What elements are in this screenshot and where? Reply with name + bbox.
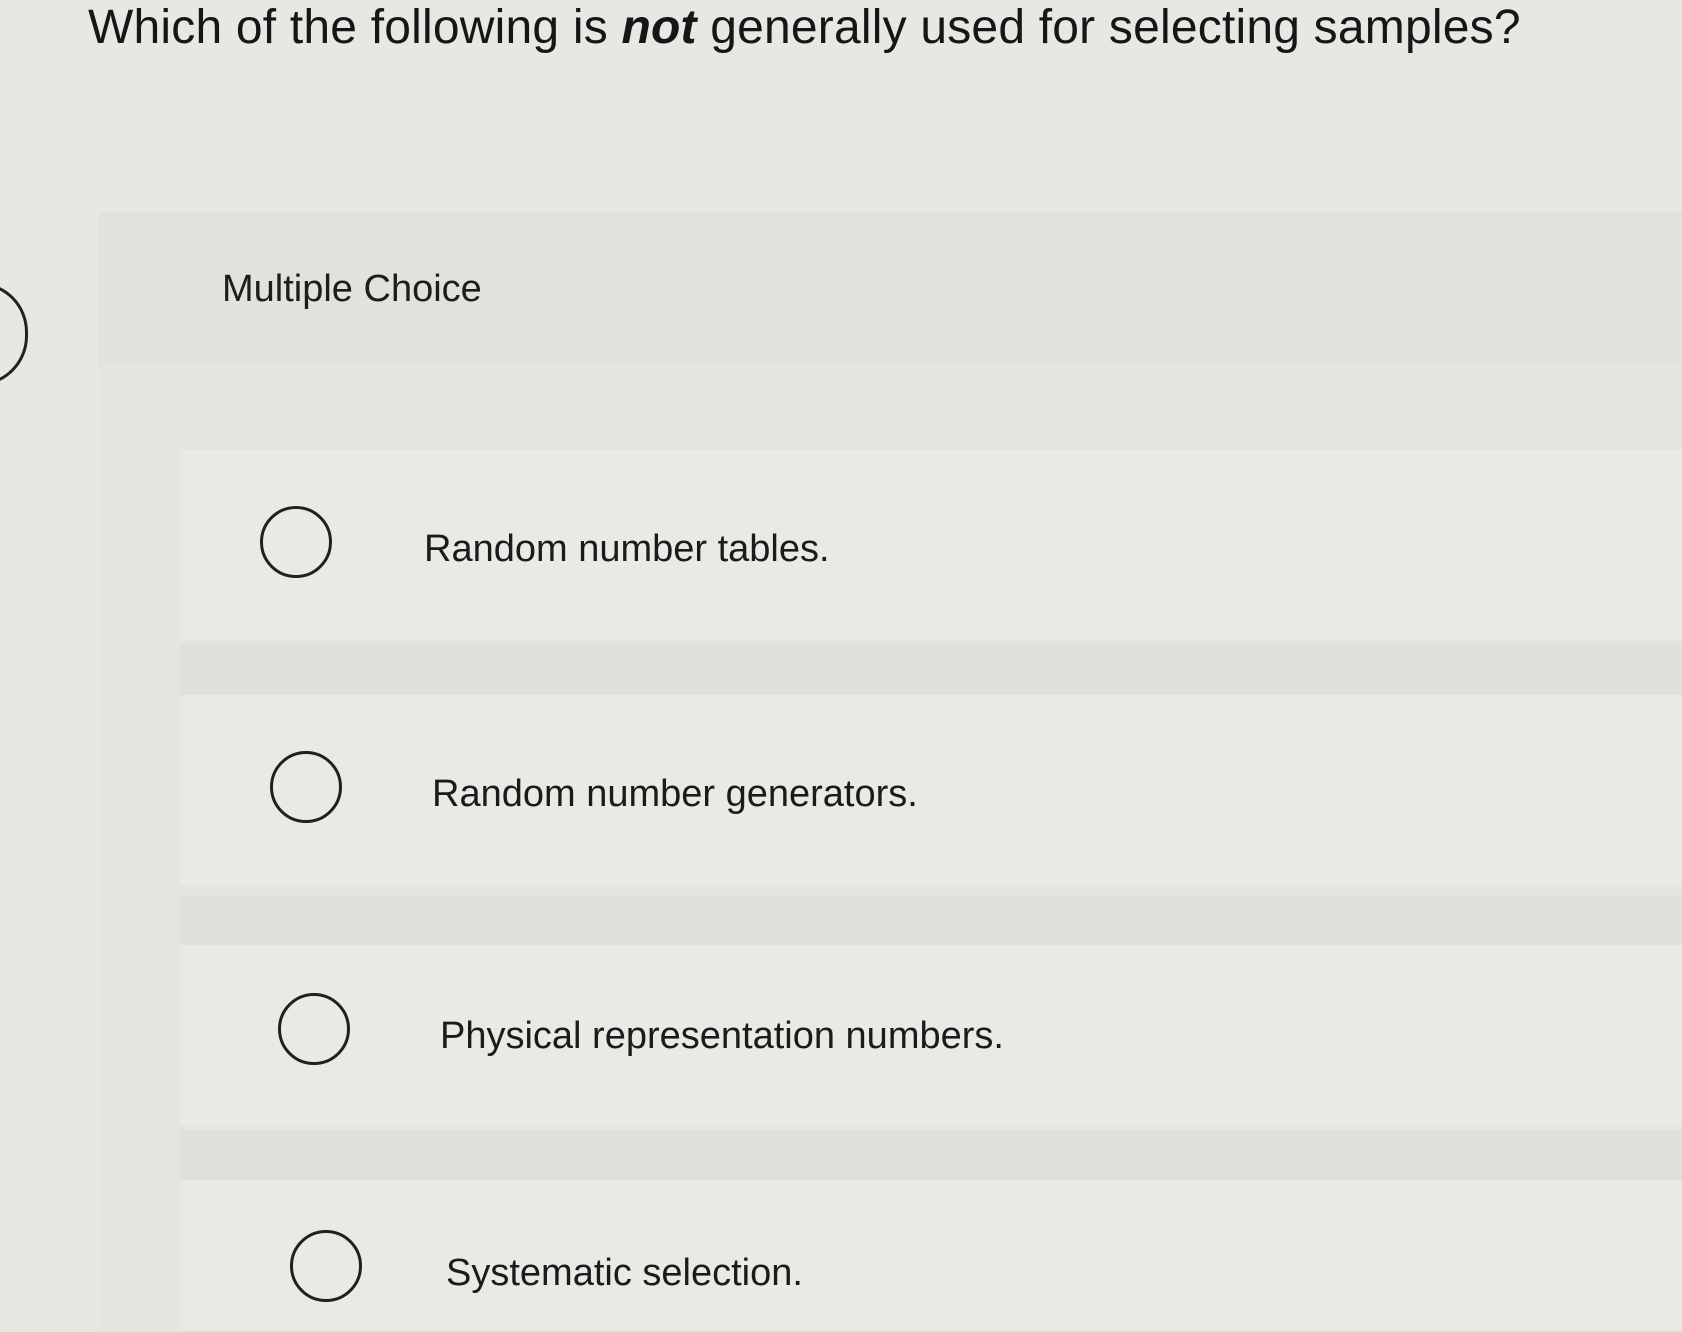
- radio-button-2[interactable]: [270, 751, 342, 823]
- question-text: Which of the following is not generally …: [88, 0, 1521, 56]
- option-divider: [180, 1130, 1682, 1180]
- option-divider: [180, 895, 1682, 945]
- answer-option-label: Random number tables.: [424, 528, 830, 570]
- question-prefix: Which of the following is: [88, 1, 622, 54]
- answer-option-3[interactable]: Physical representation numbers.: [180, 945, 1682, 1125]
- option-divider: [180, 645, 1682, 695]
- side-panel-tab[interactable]: [0, 282, 28, 386]
- radio-button-4[interactable]: [290, 1230, 362, 1302]
- question-type-label: Multiple Choice: [222, 268, 482, 310]
- answer-option-label: Random number generators.: [432, 773, 918, 815]
- question-emphasis: not: [621, 1, 697, 54]
- radio-button-3[interactable]: [278, 993, 350, 1065]
- question-suffix: generally used for selecting samples?: [696, 1, 1521, 54]
- answer-option-label: Physical representation numbers.: [440, 1015, 1004, 1057]
- answer-option-label: Systematic selection.: [446, 1252, 803, 1294]
- answer-option-2[interactable]: Random number generators.: [180, 695, 1682, 885]
- radio-button-1[interactable]: [260, 506, 332, 578]
- answer-option-4[interactable]: Systematic selection.: [180, 1180, 1682, 1330]
- answer-option-1[interactable]: Random number tables.: [180, 450, 1682, 640]
